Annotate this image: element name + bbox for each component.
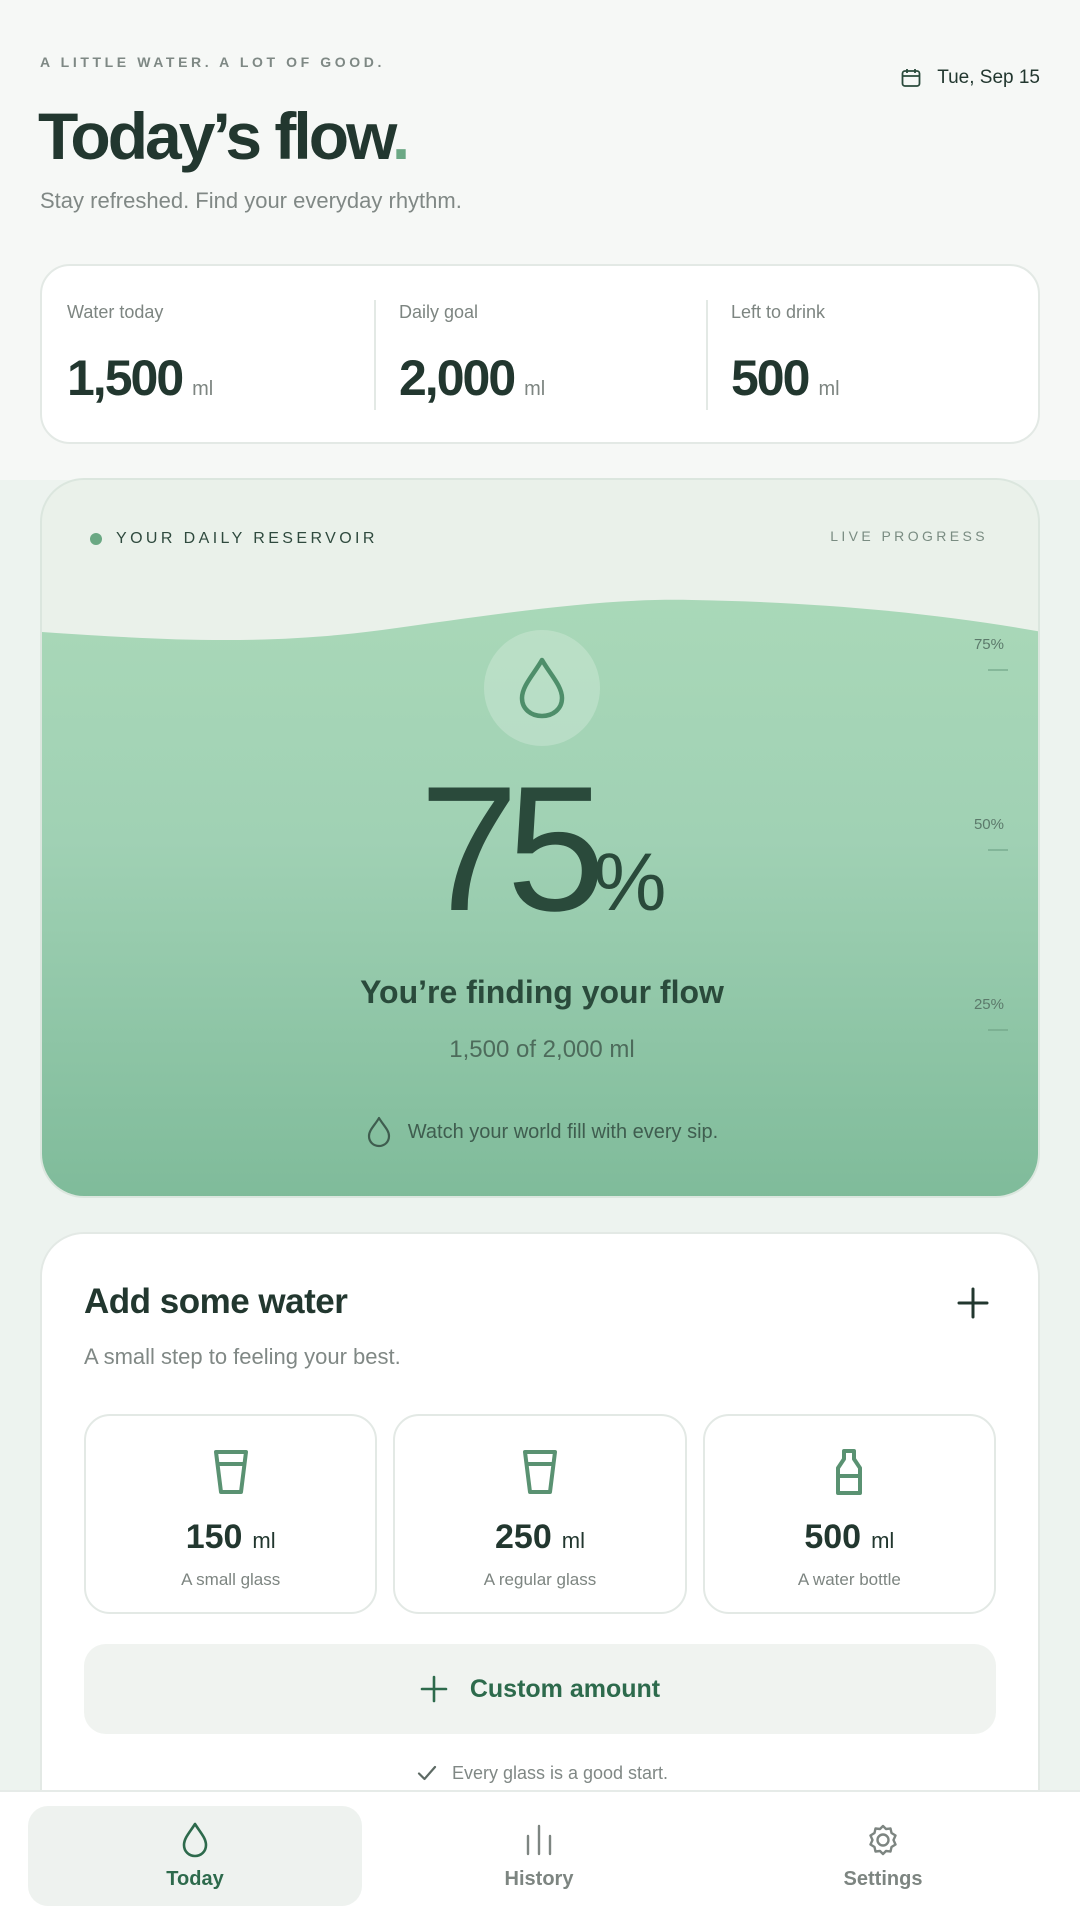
option-description: A water bottle bbox=[797, 1570, 901, 1589]
status-dot bbox=[90, 533, 102, 545]
bottom-nav: Today History Settings bbox=[0, 1790, 1080, 1920]
quick-add-options: 150 ml A small glass 250 ml A regular glas… bbox=[84, 1414, 996, 1614]
progress-percent: 75% bbox=[42, 760, 1038, 938]
stat-label: Daily goal bbox=[399, 302, 479, 322]
progress-message: You’re finding your flow bbox=[360, 974, 724, 1010]
option-unit: ml bbox=[561, 1528, 585, 1553]
stat-value: 2,000 bbox=[399, 350, 516, 406]
option-description: A regular glass bbox=[483, 1570, 597, 1589]
option-description: A small glass bbox=[181, 1570, 281, 1589]
tick-mark bbox=[988, 1029, 1008, 1031]
drop-outline-icon bbox=[367, 1116, 390, 1148]
add-water-title: Add some water bbox=[84, 1282, 348, 1321]
check-icon bbox=[417, 1765, 437, 1781]
nav-today[interactable]: Today bbox=[28, 1806, 362, 1906]
plus-icon bbox=[420, 1675, 448, 1703]
page-title-dot: . bbox=[391, 99, 410, 173]
reservoir-label-text: YOUR DAILY RESERVOIR bbox=[116, 530, 378, 547]
custom-amount-label: Custom amount bbox=[469, 1674, 661, 1703]
percent-sign: % bbox=[593, 837, 667, 928]
stat-label: Water today bbox=[67, 302, 164, 322]
progress-hint-text: Watch your world fill with every sip. bbox=[407, 1120, 719, 1143]
encouragement-text: Every glass is a good start. bbox=[451, 1762, 669, 1783]
nav-label: Today bbox=[166, 1867, 224, 1890]
stat-left-to-drink: Left to drink 500 ml bbox=[706, 266, 1038, 442]
stat-value: 1,500 bbox=[67, 350, 184, 406]
tick-75: 75% bbox=[948, 636, 1008, 671]
option-unit: ml bbox=[871, 1528, 895, 1553]
tick-label: 75% bbox=[973, 636, 1004, 653]
drop-icon bbox=[519, 657, 565, 719]
reservoir-label: YOUR DAILY RESERVOIR bbox=[90, 530, 378, 548]
gear-icon bbox=[869, 1824, 897, 1855]
nav-label: History bbox=[504, 1867, 574, 1890]
glass-icon bbox=[213, 1450, 248, 1494]
today-screen: A LITTLE WATER. A LOT OF GOOD. Tue, Sep … bbox=[0, 0, 1080, 1920]
stat-unit: ml bbox=[524, 378, 546, 400]
page-title: Today’s flow. bbox=[38, 98, 410, 174]
progress-amount: 1,500 of 2,000 ml bbox=[449, 1036, 635, 1063]
progress-hint: Watch your world fill with every sip. bbox=[42, 1116, 1038, 1148]
option-amount: 500 bbox=[804, 1518, 862, 1556]
drop-badge bbox=[484, 630, 600, 746]
glass-icon bbox=[522, 1450, 557, 1494]
quick-add-250[interactable]: 250 ml A regular glass bbox=[393, 1414, 687, 1614]
tagline: A LITTLE WATER. A LOT OF GOOD. bbox=[40, 54, 385, 70]
stat-unit: ml bbox=[192, 378, 214, 400]
page-title-text: Today’s flow bbox=[38, 99, 395, 173]
stat-water-today: Water today 1,500 ml bbox=[42, 266, 374, 442]
percent-value: 75 bbox=[419, 749, 606, 948]
stats-card: Water today 1,500 ml Daily goal 2,000 ml L… bbox=[40, 264, 1040, 444]
tick-mark bbox=[988, 669, 1008, 671]
date-label: Tue, Sep 15 bbox=[937, 67, 1040, 88]
reservoir-card: YOUR DAILY RESERVOIR LIVE PROGRESS 75% 5… bbox=[40, 478, 1040, 1198]
bars-icon bbox=[526, 1824, 552, 1855]
option-unit: ml bbox=[252, 1528, 276, 1553]
nav-history[interactable]: History bbox=[372, 1806, 706, 1906]
nav-settings[interactable]: Settings bbox=[716, 1806, 1050, 1906]
stat-value: 500 bbox=[731, 350, 810, 406]
calendar-icon bbox=[901, 69, 921, 87]
quick-add-150[interactable]: 150 ml A small glass bbox=[84, 1414, 378, 1614]
encouragement: Every glass is a good start. bbox=[42, 1762, 1042, 1784]
quick-add-500[interactable]: 500 ml A water bottle bbox=[702, 1414, 996, 1614]
stat-label: Left to drink bbox=[731, 302, 826, 322]
option-amount: 250 bbox=[495, 1518, 552, 1556]
add-water-subtitle: A small step to feeling your best. bbox=[84, 1344, 401, 1369]
plus-icon[interactable] bbox=[956, 1286, 990, 1320]
page-subtitle: Stay refreshed. Find your everyday rhyth… bbox=[40, 188, 462, 213]
stat-daily-goal: Daily goal 2,000 ml bbox=[374, 266, 706, 442]
stat-unit: ml bbox=[818, 378, 840, 400]
drop-icon bbox=[182, 1822, 208, 1857]
bottle-icon bbox=[836, 1449, 863, 1495]
option-amount: 150 bbox=[185, 1518, 243, 1556]
custom-amount-button[interactable]: Custom amount bbox=[84, 1644, 996, 1734]
date-chip[interactable]: Tue, Sep 15 bbox=[899, 66, 1040, 90]
nav-label: Settings bbox=[843, 1867, 923, 1890]
